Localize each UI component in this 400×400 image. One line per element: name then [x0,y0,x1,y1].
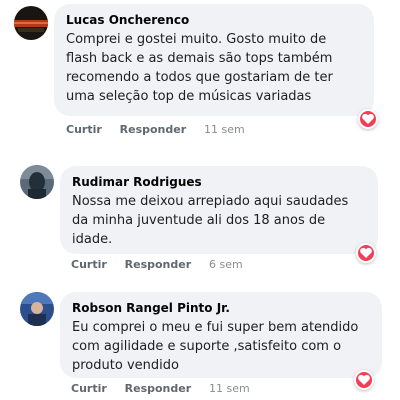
comment-bubble: Rudimar Rodrigues Nossa me deixou arrepi… [60,166,378,254]
heart-glyph [358,374,370,385]
comment-time[interactable]: 11 sem [209,382,250,395]
like-link[interactable]: Curtir [71,258,107,271]
comment-actions: Curtir Responder 6 sem [71,258,243,271]
heart-glyph [362,113,374,124]
comment-bubble: Lucas Oncherenco Comprei e gostei muito.… [54,4,374,116]
avatar[interactable] [14,6,48,40]
comment-text-line: Eu comprei o meu e fui super bem atendid… [72,320,359,335]
heart-glyph [360,247,372,258]
comment-actions: Curtir Responder 11 sem [71,382,250,395]
avatar[interactable] [20,292,54,326]
comment-text-line: idade. [72,232,113,247]
comment-time[interactable]: 6 sem [209,258,243,271]
comment-text-line: da minha juventude ali dos 18 anos de [72,213,326,228]
comment-text-line: recomendo a todos que gostariam de ter [66,70,333,85]
comment-author[interactable]: Rudimar Rodrigues [72,174,366,190]
reply-link[interactable]: Responder [125,258,192,271]
comment-text-line: produto vendido [72,358,179,373]
avatar[interactable] [20,165,54,199]
comment-bubble: Robson Rangel Pinto Jr. Eu comprei o meu… [60,292,382,378]
comment-thread: Lucas Oncherenco Comprei e gostei muito.… [0,0,400,400]
comment-text-line: com agilidade e suporte ,satisfeito com … [72,339,342,354]
reply-link[interactable]: Responder [125,382,192,395]
reaction-badge[interactable] [356,243,376,263]
comment-actions: Curtir Responder 11 sem [66,123,245,136]
reaction-badge[interactable] [358,109,378,129]
comment-time[interactable]: 11 sem [204,123,245,136]
reply-link[interactable]: Responder [120,123,187,136]
comment-text-line: uma seleção top de músicas variadas [66,89,312,104]
comment-author[interactable]: Lucas Oncherenco [66,12,362,28]
comment-text-line: Comprei e gostei muito. Gosto muito de [66,32,327,47]
comment-text-line: flash back e as demais são tops também [66,51,333,66]
comment-text-line: Nossa me deixou arrepiado aqui saudades [72,194,349,209]
like-link[interactable]: Curtir [66,123,102,136]
comment-author[interactable]: Robson Rangel Pinto Jr. [72,300,370,316]
reaction-badge[interactable] [354,370,374,390]
like-link[interactable]: Curtir [71,382,107,395]
